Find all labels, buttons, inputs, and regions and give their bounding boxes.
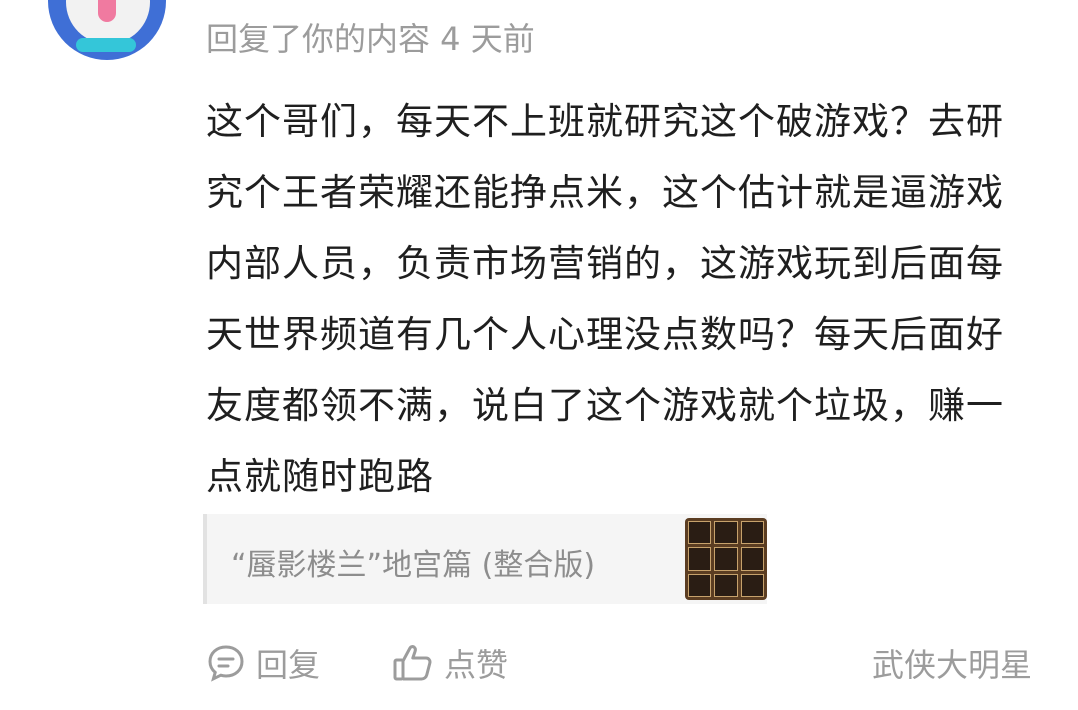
like-button[interactable]: 点赞 — [392, 640, 508, 686]
tongue-icon — [98, 0, 116, 22]
chat-bubble-icon — [206, 643, 246, 683]
comment-meta: 回复了你的内容 4 天前 — [206, 20, 535, 58]
reference-card[interactable]: “蜃影楼兰”地宫篇 (整合版) — [203, 514, 767, 604]
like-label: 点赞 — [444, 646, 509, 684]
avatar[interactable] — [48, 0, 166, 60]
comment-content: 这个哥们，每天不上班就研究这个破游戏？去研究个王者荣耀还能挣点米，这个估计就是逼… — [206, 100, 1004, 498]
reply-button[interactable]: 回复 — [206, 640, 320, 686]
reference-thumbnail — [685, 518, 767, 600]
reply-label: 回复 — [256, 646, 321, 684]
action-bar: 回复 点赞 武侠大明星 — [206, 640, 1032, 690]
reference-title: “蜃影楼兰”地宫篇 (整合版) — [231, 548, 596, 583]
thumbs-up-icon — [392, 643, 434, 683]
author-name[interactable]: 武侠大明星 — [872, 640, 1032, 686]
collar-icon — [76, 38, 136, 52]
